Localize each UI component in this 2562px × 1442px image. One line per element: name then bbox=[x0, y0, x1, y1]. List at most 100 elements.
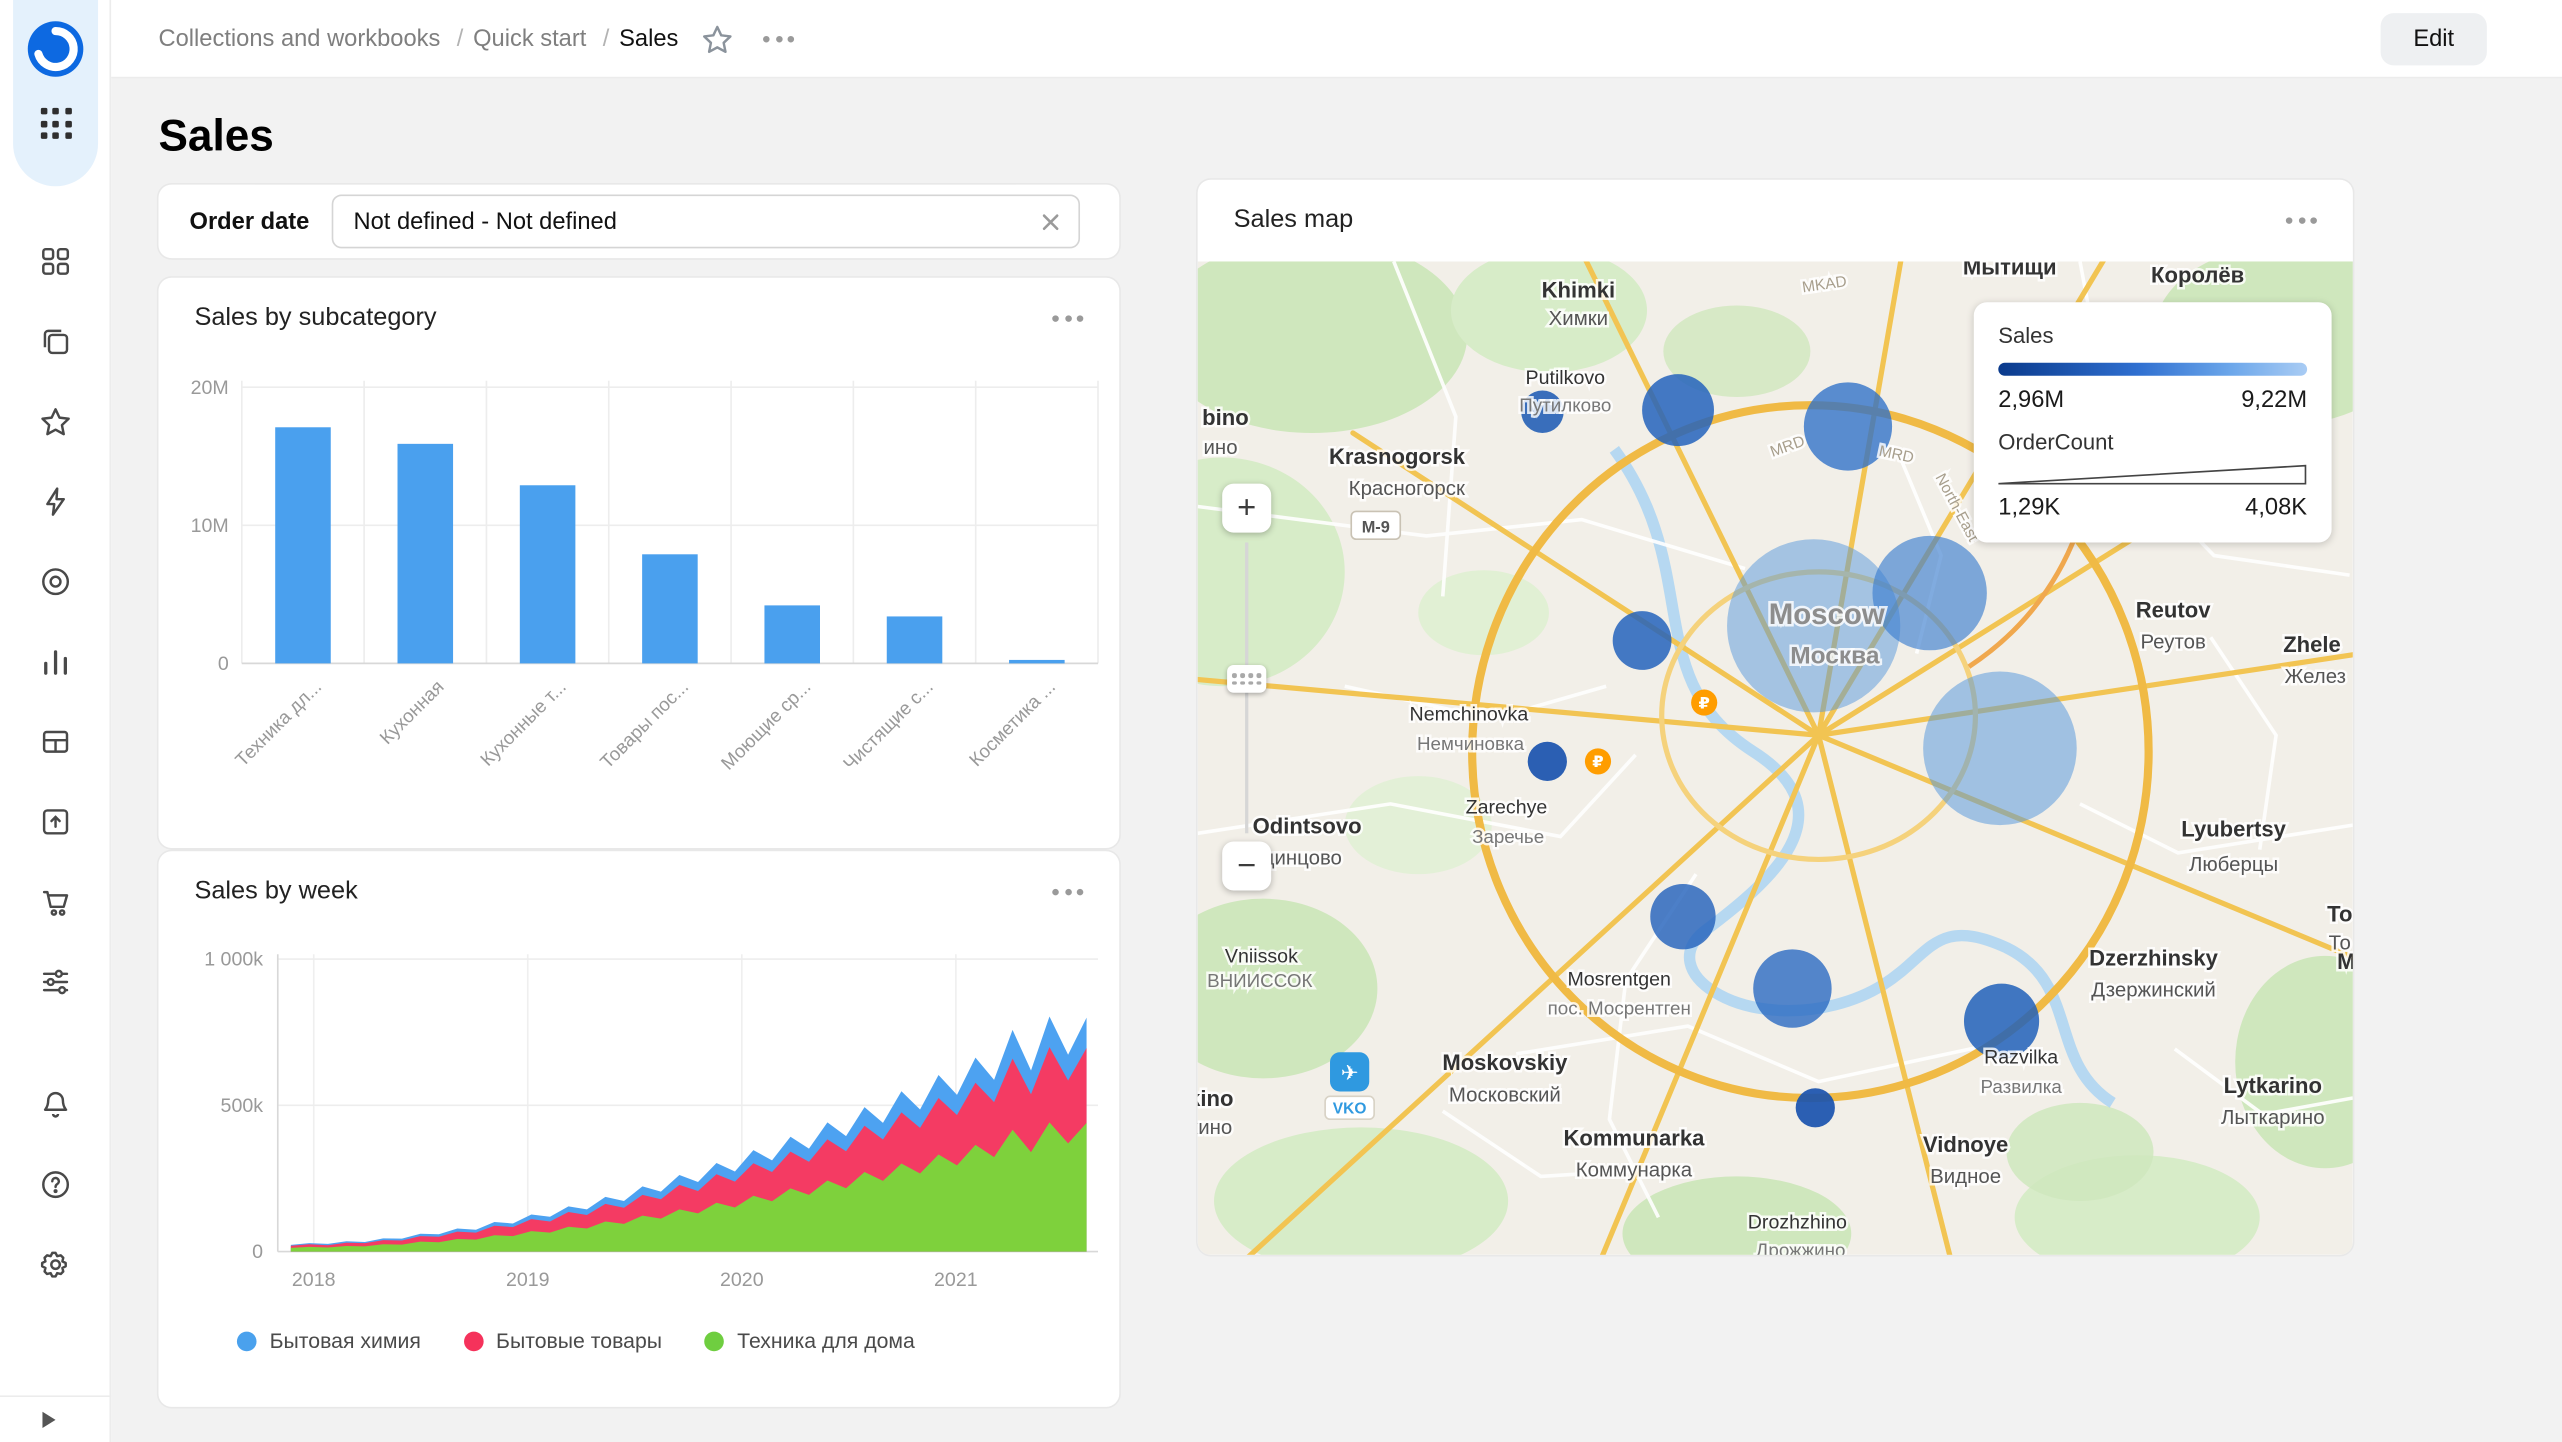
map-label: Коммунарка bbox=[1576, 1159, 1693, 1181]
y-tick: 0 bbox=[252, 1241, 263, 1263]
sidebar-footer bbox=[0, 1395, 111, 1442]
map-label: Королёв bbox=[2151, 263, 2244, 288]
top-bar: Collections and workbooks Quick start Sa… bbox=[111, 0, 2562, 78]
bar[interactable] bbox=[1009, 660, 1065, 663]
sales-by-week-card: Sales by week 20182019202020211 000k500k… bbox=[158, 851, 1119, 1407]
map-label: Немчиновка bbox=[1417, 733, 1525, 754]
monitoring-icon[interactable] bbox=[38, 564, 74, 600]
map-label: Путилково bbox=[1519, 395, 1611, 416]
map-label: Kommunarka bbox=[1563, 1125, 1705, 1150]
bar[interactable] bbox=[275, 427, 331, 663]
legend-label: Техника для дома bbox=[737, 1328, 915, 1353]
legend-item[interactable]: Техника для дома bbox=[705, 1328, 915, 1353]
map-bubble[interactable] bbox=[1642, 374, 1714, 446]
map-legend: Sales 2,96M 9,22M OrderCount 1,29K 4,08K bbox=[1974, 302, 2332, 542]
road-badge: M-9 bbox=[1362, 519, 1390, 537]
favorites-icon[interactable] bbox=[38, 404, 74, 440]
map-label: Drozhzhino bbox=[1748, 1212, 1847, 1234]
breadcrumb-sales: Sales bbox=[619, 25, 678, 51]
filter-label: Order date bbox=[190, 208, 310, 234]
order-date-filter-input[interactable]: Not defined - Not defined bbox=[332, 194, 1080, 248]
map-label: Лыткарино bbox=[2221, 1107, 2325, 1129]
logo-container bbox=[13, 0, 98, 186]
legend-label: Бытовые товары bbox=[496, 1328, 662, 1353]
svg-text:₽: ₽ bbox=[1592, 753, 1603, 771]
area-chart[interactable]: 20182019202020211 000k500k0 bbox=[158, 941, 1119, 1320]
card-menu-button[interactable] bbox=[1052, 889, 1083, 896]
map-label: Химки bbox=[1549, 308, 1608, 330]
dashboards-icon[interactable] bbox=[38, 243, 74, 279]
map-label: Razvilka bbox=[1984, 1047, 2058, 1069]
collections-icon[interactable] bbox=[38, 324, 74, 360]
map-label: Красногорск bbox=[1349, 478, 1466, 500]
map-label: Mosrentgen bbox=[1567, 968, 1670, 990]
x-tick: 2018 bbox=[292, 1269, 336, 1291]
sales-map-card: Sales map bbox=[1198, 180, 2353, 1255]
map-label: Khimki bbox=[1542, 277, 1616, 302]
legend-sales-label: Sales bbox=[1998, 324, 2307, 349]
card-title: Sales by subcategory bbox=[194, 304, 436, 333]
quick-start-icon[interactable] bbox=[38, 484, 74, 520]
map-bubble[interactable] bbox=[1872, 536, 1986, 650]
legend-dot-icon bbox=[705, 1331, 725, 1351]
edit-button[interactable]: Edit bbox=[2381, 13, 2487, 65]
map-bubble[interactable] bbox=[1613, 611, 1672, 670]
svg-text:₽: ₽ bbox=[1699, 694, 1710, 712]
clear-filter-icon[interactable] bbox=[1040, 210, 1063, 233]
help-icon[interactable] bbox=[38, 1167, 74, 1203]
card-menu-button[interactable] bbox=[1052, 315, 1083, 322]
card-menu-button[interactable] bbox=[2286, 217, 2317, 224]
zoom-in-button[interactable]: + bbox=[1222, 484, 1271, 533]
map-bubble[interactable] bbox=[1923, 672, 2077, 826]
zoom-out-button[interactable]: − bbox=[1222, 841, 1271, 890]
breadcrumb-quick-start[interactable]: Quick start bbox=[473, 25, 619, 51]
breadcrumb: Collections and workbooks Quick start Sa… bbox=[158, 25, 678, 51]
breadcrumb-collections[interactable]: Collections and workbooks bbox=[158, 25, 473, 51]
map-label: Люберцы bbox=[2189, 854, 2278, 876]
bar[interactable] bbox=[520, 485, 576, 663]
map-label: Moscow bbox=[1769, 598, 1885, 631]
connections-icon[interactable] bbox=[38, 804, 74, 840]
bar[interactable] bbox=[764, 605, 820, 663]
sales-min: 2,96M bbox=[1998, 387, 2064, 413]
map-bubble[interactable] bbox=[1650, 884, 1715, 949]
favorite-star-icon[interactable] bbox=[701, 22, 734, 55]
map-bubble[interactable] bbox=[1753, 949, 1831, 1027]
zoom-slider-handle[interactable] bbox=[1227, 665, 1266, 693]
notifications-icon[interactable] bbox=[38, 1087, 74, 1123]
more-options-button[interactable] bbox=[763, 35, 794, 42]
bar[interactable] bbox=[887, 616, 943, 663]
count-max: 4,08K bbox=[2245, 495, 2307, 521]
bar-chart[interactable]: 20M10M0Техника дл...КухоннаяКухонные т..… bbox=[158, 368, 1119, 848]
settings-sliders-icon[interactable] bbox=[38, 964, 74, 1000]
charts-icon[interactable] bbox=[38, 644, 74, 680]
map-viewport[interactable]: M-9₽₽✈VKOKhimkiХимкиКоролёвМытищиPutilko… bbox=[1198, 261, 2353, 1254]
map-label: Dzerzhinsky bbox=[2089, 946, 2218, 971]
map-label: Москва bbox=[1790, 642, 1880, 669]
x-category-label: Кухонные т... bbox=[476, 676, 570, 770]
map-label: kino bbox=[1198, 1086, 1234, 1111]
map-label: Заречье bbox=[1472, 826, 1544, 847]
map-label: Мытищи bbox=[1963, 261, 2057, 279]
datasets-icon[interactable] bbox=[38, 724, 74, 760]
datalens-logo[interactable] bbox=[26, 20, 85, 79]
count-min: 1,29K bbox=[1998, 495, 2060, 521]
bar[interactable] bbox=[642, 554, 698, 663]
sidebar-collapse-button[interactable] bbox=[42, 1412, 55, 1428]
app-root: Collections and workbooks Quick start Sa… bbox=[0, 0, 2562, 1442]
marketplace-icon[interactable] bbox=[38, 884, 74, 920]
bar[interactable] bbox=[398, 444, 454, 664]
map-label: bino bbox=[1202, 405, 1249, 430]
apps-grid-icon[interactable] bbox=[37, 105, 75, 143]
page-title: Sales bbox=[158, 111, 273, 162]
map-label: кино bbox=[1198, 1117, 1233, 1139]
map-label: пос. Мосрентген bbox=[1548, 998, 1691, 1019]
map-bubble[interactable] bbox=[1528, 742, 1567, 781]
map-label: Moskovskiy bbox=[1442, 1050, 1568, 1075]
legend-item[interactable]: Бытовая химия bbox=[237, 1328, 421, 1353]
map-bubble[interactable] bbox=[1796, 1088, 1835, 1127]
card-title: Sales map bbox=[1234, 206, 1354, 235]
ordercount-ramp bbox=[1998, 464, 2307, 485]
settings-icon[interactable] bbox=[38, 1247, 74, 1283]
legend-item[interactable]: Бытовые товары bbox=[463, 1328, 662, 1353]
